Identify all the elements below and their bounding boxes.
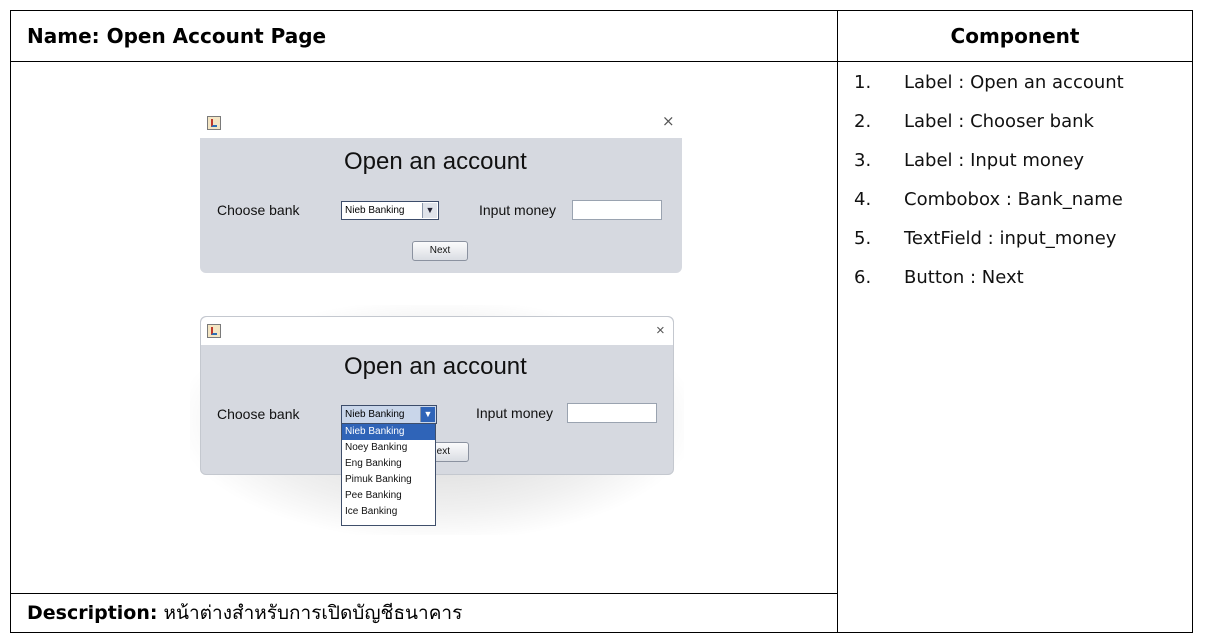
- component-item: 1. Label : Open an account: [854, 72, 1124, 93]
- component-item: 5. TextField : input_money: [854, 228, 1117, 249]
- chevron-down-icon[interactable]: ▼: [420, 407, 435, 422]
- bank-dropdown-list[interactable]: Nieb Banking Noey Banking Eng Banking Pi…: [341, 423, 436, 526]
- component-item: 6. Button : Next: [854, 267, 1024, 288]
- description-label: Description:: [27, 602, 158, 624]
- component-header-label: Component: [950, 24, 1080, 48]
- component-header: Component: [837, 10, 1193, 62]
- close-icon[interactable]: ×: [662, 114, 675, 129]
- name-header: Name: Open Account Page: [10, 10, 838, 62]
- chevron-down-icon[interactable]: ▼: [422, 203, 437, 218]
- java-app-icon: [207, 324, 221, 338]
- dropdown-option[interactable]: Nieb Banking: [342, 424, 435, 440]
- choose-bank-label: Choose bank: [217, 406, 300, 422]
- input-money-field[interactable]: [572, 200, 662, 220]
- open-account-window: Open an account Choose bank Nieb Banking…: [200, 138, 682, 273]
- window-title: Open an account: [344, 353, 527, 380]
- close-icon[interactable]: ×: [656, 323, 665, 338]
- choose-bank-label: Choose bank: [217, 202, 300, 218]
- input-money-label: Input money: [476, 405, 554, 421]
- description-row: Description: หน้าต่างสำหรับการเปิดบัญชีธ…: [10, 593, 838, 633]
- input-money-field[interactable]: [567, 403, 657, 423]
- dropdown-option[interactable]: Ice Banking: [342, 504, 435, 520]
- component-item: 2. Label : Chooser bank: [854, 111, 1094, 132]
- combobox-value: Nieb Banking: [345, 205, 405, 216]
- next-button[interactable]: Next: [412, 241, 468, 261]
- input-money-label: Input money: [479, 202, 557, 218]
- combobox-value: Nieb Banking: [345, 409, 405, 420]
- window-titlebar: ×: [201, 317, 673, 345]
- component-item: 4. Combobox : Bank_name: [854, 189, 1123, 210]
- page-name-label: Name: Open Account Page: [27, 24, 327, 48]
- component-item: 3. Label : Input money: [854, 150, 1085, 171]
- dropdown-option[interactable]: Eng Banking: [342, 456, 435, 472]
- component-panel: 1. Label : Open an account 2. Label : Choo…: [837, 61, 1193, 633]
- window-title: Open an account: [344, 148, 527, 175]
- dropdown-option[interactable]: Noey Banking: [342, 440, 435, 456]
- description-text: หน้าต่างสำหรับการเปิดบัญชีธนาคาร: [163, 602, 463, 624]
- java-app-icon: [207, 116, 221, 130]
- bank-name-combobox[interactable]: Nieb Banking ▼: [341, 405, 437, 424]
- dropdown-option[interactable]: Pee Banking: [342, 488, 435, 504]
- open-account-window-dropdown: × Open an account Choose bank Nieb Banki…: [200, 316, 674, 526]
- dropdown-option[interactable]: Pimuk Banking: [342, 472, 435, 488]
- bank-name-combobox[interactable]: Nieb Banking ▼: [341, 201, 439, 220]
